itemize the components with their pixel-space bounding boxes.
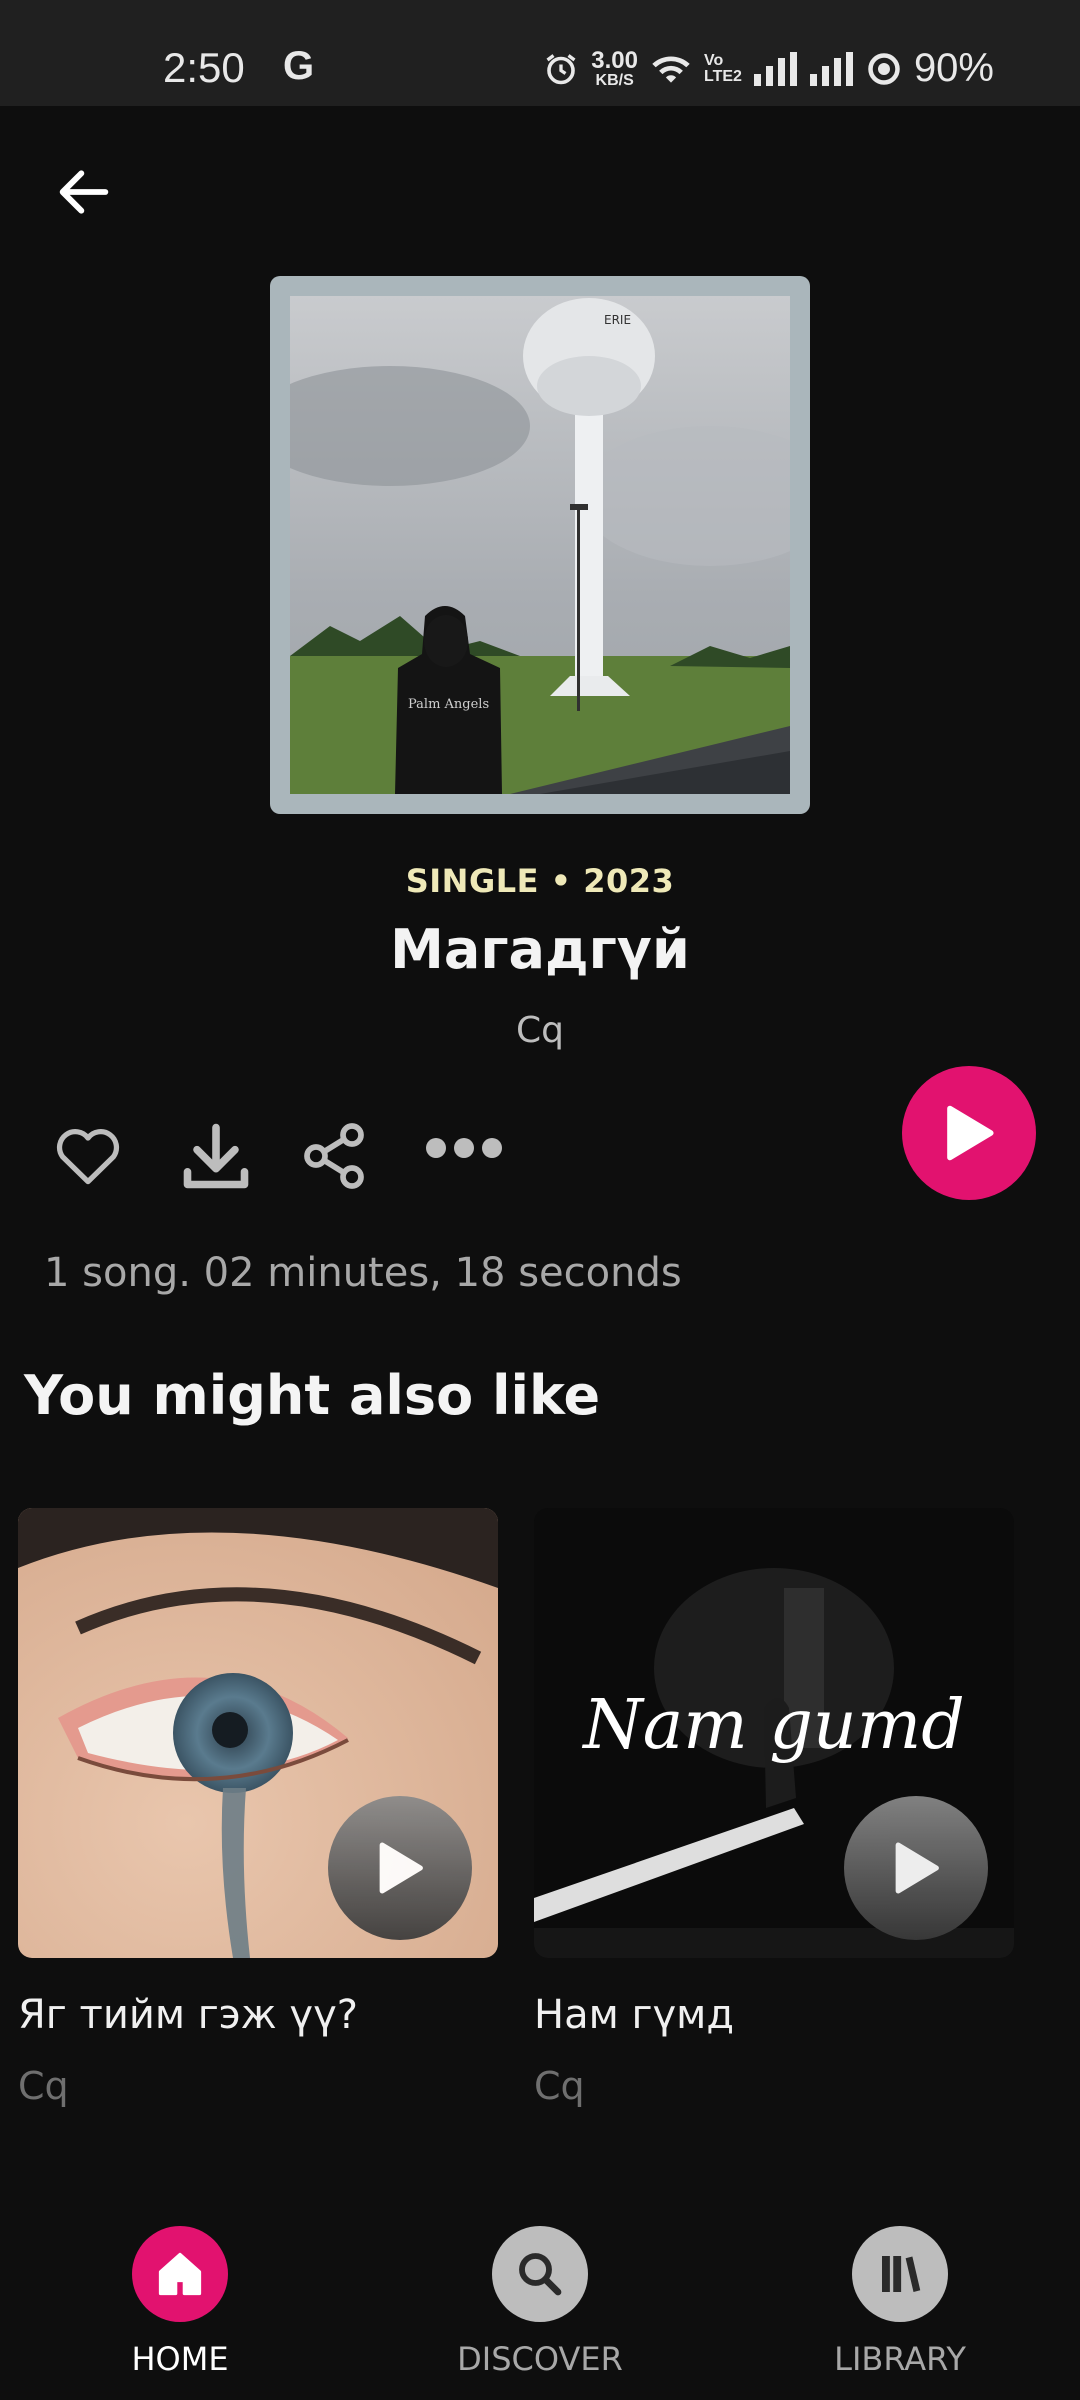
- signal-icon-2: [809, 51, 853, 86]
- play-icon: [895, 1842, 939, 1894]
- svg-text:Palm Angels: Palm Angels: [408, 697, 489, 712]
- track-summary: 1 song. 02 minutes, 18 seconds: [44, 1250, 682, 1296]
- nav-item-library[interactable]: LIBRARY: [790, 2226, 1010, 2378]
- home-icon: [132, 2226, 228, 2322]
- card-artist: Cq: [534, 2064, 585, 2108]
- recommendation-cover: Nam gumd: [534, 1508, 1014, 1958]
- more-horizontal-icon: [426, 1138, 502, 1158]
- nav-label-home: HOME: [131, 2340, 229, 2378]
- library-icon: [852, 2226, 948, 2322]
- network-speed-unit: KB/S: [595, 71, 634, 89]
- card-title: Яг тийм гэж үү?: [18, 1992, 358, 2038]
- artist-name[interactable]: Cq: [0, 1010, 1080, 1051]
- cover-text: Nam gumd: [581, 1686, 964, 1765]
- bottom-navigation: HOME DISCOVER LIBRARY: [0, 2210, 1080, 2400]
- card-title: Нам гүмд: [534, 1992, 734, 2038]
- wifi-icon: [652, 55, 690, 83]
- volte-indicator: Vo LTE2: [704, 51, 742, 85]
- signal-icon-1: [753, 51, 797, 86]
- battery-percentage: 90%: [913, 46, 994, 90]
- card-artist: Cq: [18, 2064, 69, 2108]
- network-speed-value: 3.00: [591, 46, 638, 74]
- alarm-icon: [546, 53, 576, 84]
- card-play-button[interactable]: [328, 1796, 472, 1940]
- card-play-button[interactable]: [844, 1796, 988, 1940]
- play-icon: [379, 1842, 423, 1894]
- svg-text:ERIE: ERIE: [604, 313, 631, 327]
- recommendation-cover: [18, 1508, 498, 1958]
- share-icon: [304, 1123, 364, 1189]
- share-button[interactable]: [298, 1120, 370, 1196]
- status-time: 2:50: [163, 44, 245, 91]
- status-bar: 2:50 G 3.00 KB/S Vo LTE2 90%: [0, 0, 1080, 106]
- nav-label-discover: DISCOVER: [457, 2340, 623, 2378]
- status-icons: 3.00 KB/S Vo LTE2 90%: [543, 46, 994, 91]
- nav-label-library: LIBRARY: [834, 2340, 966, 2378]
- album-cover-image: ERIE Palm Angels: [290, 296, 790, 794]
- volte-top: Vo: [704, 51, 724, 69]
- volte-bottom: LTE2: [704, 67, 742, 85]
- recommendation-card[interactable]: Яг тийм гэж үү? Cq: [18, 1508, 498, 2108]
- play-button[interactable]: [902, 1066, 1036, 1200]
- battery-saver-icon: [868, 52, 900, 85]
- heart-icon: [56, 1129, 120, 1185]
- release-type-year: SINGLE • 2023: [405, 862, 675, 900]
- album-title: Магадгүй: [390, 918, 690, 981]
- more-options-button[interactable]: [424, 1132, 504, 1168]
- play-icon: [947, 1105, 994, 1161]
- download-button[interactable]: [176, 1118, 256, 1198]
- arrow-left-icon: [59, 170, 109, 214]
- like-button[interactable]: [52, 1122, 124, 1190]
- download-icon: [183, 1123, 249, 1189]
- back-button[interactable]: [52, 160, 116, 224]
- network-speed: 3.00 KB/S: [591, 46, 638, 89]
- search-icon: [492, 2226, 588, 2322]
- google-icon: G: [283, 44, 315, 88]
- section-title: You might also like: [24, 1364, 601, 1427]
- nav-item-home[interactable]: HOME: [70, 2226, 290, 2378]
- recommendation-card[interactable]: Nam gumd Нам гүмд Cq: [534, 1508, 1014, 2108]
- nav-item-discover[interactable]: DISCOVER: [430, 2226, 650, 2378]
- album-cover: ERIE Palm Angels: [270, 276, 810, 814]
